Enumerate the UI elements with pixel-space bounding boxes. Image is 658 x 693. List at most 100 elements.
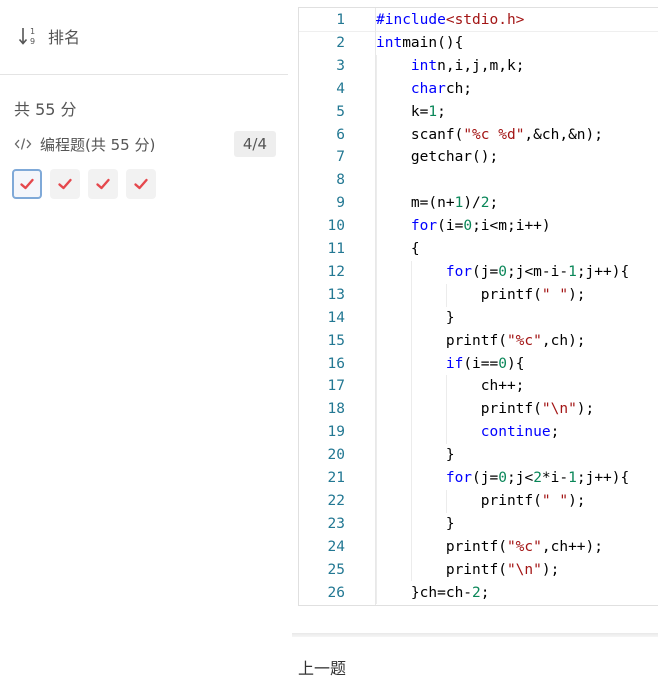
code-token: );: [568, 492, 586, 509]
sort-ranking-button[interactable]: 1 9 排名: [18, 24, 80, 48]
code-token: ;: [437, 103, 446, 120]
code-icon: [14, 135, 32, 153]
code-text: }: [376, 307, 455, 330]
code-text: printf("\n");: [376, 398, 595, 421]
code-text: m=(n+1)/2;: [376, 192, 498, 215]
code-text: }: [376, 513, 455, 536]
code-token: *i-: [541, 470, 569, 486]
code-token: {: [376, 241, 420, 257]
code-token: ;j<m-i-: [506, 263, 569, 280]
code-text: charch;: [376, 78, 472, 101]
code-line: 23 }: [299, 513, 658, 536]
code-token: }ch=ch-: [376, 584, 473, 601]
code-token: 0: [498, 470, 507, 486]
line-number: 14: [327, 309, 345, 326]
code-line: 26 }ch=ch-2;: [299, 582, 658, 605]
divider: [292, 633, 658, 637]
code-line: 16 if(i==0){: [299, 353, 658, 376]
code-token: 1: [568, 263, 577, 280]
code-token: ch++;: [376, 378, 525, 395]
code-token: 2: [533, 470, 542, 486]
answer-card-1[interactable]: [12, 169, 42, 199]
line-number: 1: [336, 12, 345, 28]
sort-label: 排名: [48, 28, 81, 47]
line-number: 11: [327, 241, 345, 257]
line-number: 24: [327, 538, 345, 555]
code-token: int: [410, 57, 438, 74]
code-token: scanf(: [376, 126, 464, 143]
code-text: if(i==0){: [376, 353, 525, 376]
line-number: 3: [336, 57, 345, 74]
code-token: (j=: [472, 263, 499, 280]
check-icon: [20, 178, 34, 190]
code-line: 15 printf("%c",ch);: [299, 330, 658, 353]
code-line: 8: [299, 169, 658, 192]
code-token: ;: [550, 424, 560, 441]
code-text: printf("\n");: [376, 559, 560, 582]
code-text: printf(" ");: [376, 284, 586, 307]
code-text: for(i=0;i<m;i++): [376, 215, 551, 238]
code-line: 10 for(i=0;i<m;i++): [299, 215, 658, 238]
code-text: for(j=0;j<2*i-1;j++){: [376, 467, 629, 490]
code-token: printf(: [376, 332, 507, 349]
code-token: (i=: [437, 218, 464, 235]
svg-text:1: 1: [30, 27, 35, 36]
code-token: "%c %d": [463, 126, 525, 143]
code-token: }: [376, 309, 455, 326]
divider: [0, 74, 288, 75]
code-token: );: [541, 561, 560, 578]
code-editor[interactable]: 1 #include<stdio.h> 2 intmain(){3 intn,i,j,…: [298, 7, 658, 606]
code-token: 1: [568, 470, 577, 486]
code-token: char: [410, 80, 446, 97]
code-line: 2 intmain(){: [299, 32, 658, 55]
line-number: 2: [336, 34, 345, 51]
code-line: 17 ch++;: [299, 375, 658, 398]
code-token: }: [376, 515, 455, 532]
code-token: ;: [489, 195, 499, 212]
code-line: 11 {: [299, 238, 658, 261]
answer-card-3[interactable]: [88, 169, 118, 199]
code-line: 7 getchar();: [299, 146, 658, 169]
line-number: 19: [327, 424, 345, 441]
section-header-programming[interactable]: 编程题(共 55 分) 4/4: [14, 130, 276, 158]
code-token: 1: [428, 103, 438, 120]
code-text: {: [376, 238, 420, 261]
code-token: " ": [541, 492, 569, 509]
code-token: ){: [506, 355, 525, 372]
code-token: printf(: [376, 492, 542, 509]
previous-question-button[interactable]: 上一题: [298, 655, 346, 679]
line-number: 12: [327, 263, 345, 280]
code-text: ch++;: [376, 375, 525, 398]
code-token: 2: [472, 584, 481, 601]
code-token: 0: [498, 355, 507, 372]
code-token: );: [568, 286, 586, 303]
line-number: 5: [336, 103, 345, 120]
line-number: 15: [327, 332, 345, 349]
code-token: ,ch++);: [541, 538, 603, 555]
code-text: printf(" ");: [376, 490, 586, 513]
code-line: 22 printf(" ");: [299, 490, 658, 513]
answer-card-2[interactable]: [50, 169, 80, 199]
code-token: if: [445, 355, 464, 372]
code-line: 9 m=(n+1)/2;: [299, 192, 658, 215]
total-score: 共 55 分: [14, 100, 77, 119]
code-line: 6 scanf("%c %d",&ch,&n);: [299, 124, 658, 147]
code-text: }ch=ch-2;: [376, 582, 490, 605]
line-number: 26: [327, 584, 345, 601]
answer-card-4[interactable]: [126, 169, 156, 199]
code-line: 5 k=1;: [299, 101, 658, 124]
svg-text:9: 9: [30, 37, 35, 46]
code-token: 0: [498, 263, 507, 280]
code-token: ;: [480, 584, 490, 601]
code-token: (i==: [463, 355, 499, 372]
code-line: 12 for(j=0;j<m-i-1;j++){: [299, 261, 658, 284]
check-icon: [58, 178, 72, 190]
code-text: for(j=0;j<m-i-1;j++){: [376, 261, 629, 284]
code-text: continue;: [376, 421, 560, 444]
code-token: k=: [376, 103, 429, 120]
